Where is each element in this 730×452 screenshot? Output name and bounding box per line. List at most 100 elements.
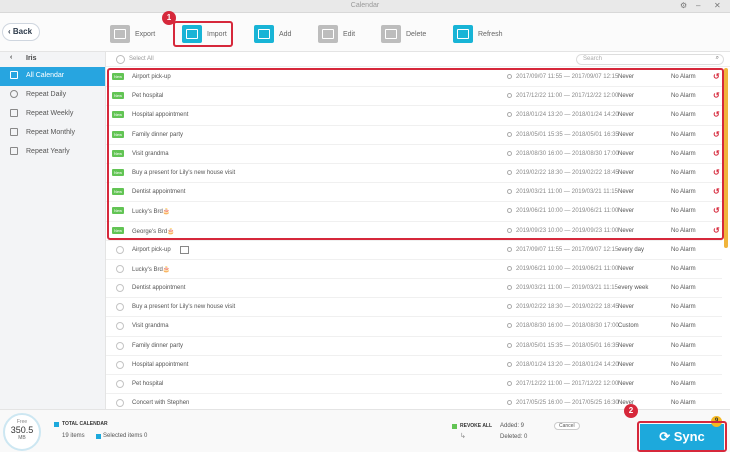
edit-button[interactable]: Edit <box>318 22 355 46</box>
event-dates: 2018/01/24 13:20 — 2018/01/24 14:20 <box>516 361 619 368</box>
event-title: Family dinner party <box>132 342 184 349</box>
table-row[interactable]: Visit grandma 2018/08/30 16:00 — 2018/08/… <box>106 317 722 337</box>
event-title: Dentist appointment <box>132 285 186 292</box>
event-dates: 2019/06/21 10:00 — 2019/06/21 11:00 <box>516 265 619 272</box>
event-alarm: No Alarm <box>671 400 696 407</box>
list-header: Select All Search ⌕ <box>106 52 730 67</box>
deleted-count: Deleted: 0 <box>500 434 528 440</box>
event-repeat: every day <box>618 246 645 253</box>
settings-icon[interactable]: ⚙ <box>680 1 687 10</box>
event-repeat: Custom <box>618 323 639 330</box>
total-dot <box>54 422 59 427</box>
clock-icon <box>507 400 512 406</box>
event-dates: 2018/05/01 15:35 — 2018/05/01 16:35 <box>516 342 619 349</box>
title-bar: Calendar ⚙ – ✕ <box>0 0 730 13</box>
toolbar: ‹ Back Export Import Add Edit Delete Ref… <box>0 13 730 52</box>
calendar-icon <box>180 245 189 254</box>
event-alarm: No Alarm <box>671 304 696 311</box>
clock-icon <box>507 304 512 310</box>
add-button[interactable]: Add <box>254 22 291 46</box>
back-button[interactable]: ‹ Back <box>2 23 40 41</box>
sidebar-item-repeat-weekly[interactable]: Repeat Weekly <box>0 105 105 124</box>
row-checkbox[interactable] <box>116 284 124 293</box>
search-input[interactable]: Search ⌕ <box>576 54 724 65</box>
scrollbar[interactable] <box>724 68 728 248</box>
clock-icon <box>10 90 18 98</box>
clock-icon <box>507 285 512 291</box>
delete-icon <box>381 25 401 43</box>
event-title: Visit grandma <box>132 323 169 330</box>
event-title: Lucky's Brd🎂 <box>132 266 171 273</box>
clock-icon <box>507 381 512 386</box>
select-all-label: Select All <box>129 56 154 62</box>
table-row[interactable]: Lucky's Brd🎂 2019/06/21 10:00 — 2019/06/2… <box>106 260 722 280</box>
event-repeat: Never <box>618 342 635 349</box>
close-icon[interactable]: ✕ <box>714 1 721 10</box>
event-alarm: No Alarm <box>671 361 696 368</box>
table-row[interactable]: Dentist appointment 2019/03/21 11:00 — 20… <box>106 279 722 299</box>
step-badge-1: 1 <box>162 11 176 25</box>
event-dates: 2017/09/07 11:55 — 2017/09/07 12:15 <box>516 246 619 253</box>
revoke-all-button[interactable]: REVOKE ALL <box>460 423 492 429</box>
row-checkbox[interactable] <box>116 264 124 273</box>
event-title: Pet hospital <box>132 381 164 387</box>
minimize-icon[interactable]: – <box>696 1 700 10</box>
row-checkbox[interactable] <box>116 380 124 388</box>
footer: Free 350.5 MB TOTAL CALENDAR 19 items Se… <box>0 409 730 452</box>
added-count: Added: 9 <box>500 423 525 429</box>
selected-count: Selected items 0 <box>103 433 148 439</box>
row-checkbox[interactable] <box>116 303 124 312</box>
table-row[interactable]: Airport pick-up 2017/09/07 11:55 — 2017/0… <box>106 241 722 260</box>
refresh-button[interactable]: Refresh <box>453 22 503 46</box>
event-repeat: Never <box>618 361 635 368</box>
export-icon <box>110 25 130 43</box>
event-repeat: Never <box>618 304 635 311</box>
sidebar-item-repeat-monthly[interactable]: Repeat Monthly <box>0 124 105 143</box>
event-title: Airport pick-up <box>132 246 171 253</box>
event-dates: 2019/02/22 18:30 — 2019/02/22 18:45 <box>516 304 619 311</box>
sidebar-item-repeat-daily[interactable]: Repeat Daily <box>0 86 105 105</box>
calendar-year-icon <box>10 147 18 155</box>
sync-highlight <box>637 421 727 452</box>
row-checkbox[interactable] <box>116 245 124 254</box>
event-dates: 2019/03/21 11:00 — 2019/03/21 11:15 <box>516 285 618 292</box>
event-dates: 2017/12/22 11:00 — 2017/12/22 12:00 <box>516 381 619 387</box>
delete-button[interactable]: Delete <box>381 22 426 46</box>
revoke-arrow-icon: ↳ <box>460 433 466 440</box>
calendar-week-icon <box>10 109 18 117</box>
row-checkbox[interactable] <box>116 399 124 408</box>
cancel-button[interactable]: Cancel <box>554 422 580 430</box>
selected-dot <box>96 434 101 439</box>
event-title: Buy a present for Lily's new house visit <box>132 304 236 311</box>
export-button[interactable]: Export <box>110 22 155 46</box>
event-dates: 2017/05/25 16:00 — 2017/05/25 16:30 <box>516 400 619 407</box>
event-alarm: No Alarm <box>671 285 696 292</box>
select-all-checkbox[interactable] <box>116 55 125 64</box>
add-icon <box>254 25 274 43</box>
row-checkbox[interactable] <box>116 322 124 331</box>
event-alarm: No Alarm <box>671 381 696 387</box>
clock-icon <box>507 323 512 329</box>
window-title: Calendar <box>350 2 380 9</box>
clock-icon <box>507 265 512 271</box>
new-items-highlight <box>107 68 724 240</box>
event-alarm: No Alarm <box>671 323 696 330</box>
row-checkbox[interactable] <box>116 360 124 369</box>
revoke-dot <box>452 424 457 429</box>
sidebar-item-repeat-yearly[interactable]: Repeat Yearly <box>0 143 105 162</box>
sidebar-item-all-calendar[interactable]: All Calendar <box>0 67 105 86</box>
chevron-left-icon: ‹ <box>10 54 13 61</box>
table-row[interactable]: Buy a present for Lily's new house visit… <box>106 298 722 318</box>
table-row[interactable]: Hospital appointment 2018/01/24 13:20 — 2… <box>106 356 722 375</box>
calendar-icon <box>10 71 18 79</box>
table-row[interactable]: Family dinner party 2018/05/01 15:35 — 20… <box>106 337 722 356</box>
row-checkbox[interactable] <box>116 341 124 350</box>
table-row[interactable]: Pet hospital 2017/12/22 11:00 — 2017/12/2… <box>106 375 722 395</box>
event-alarm: No Alarm <box>671 246 696 253</box>
event-title: Hospital appointment <box>132 361 189 368</box>
event-dates: 2018/08/30 16:00 — 2018/08/30 17:00 <box>516 323 619 330</box>
sidebar-account[interactable]: ‹ Iris <box>0 52 105 67</box>
step-badge-2: 2 <box>624 404 638 418</box>
event-alarm: No Alarm <box>671 342 696 349</box>
calendar-month-icon <box>10 128 18 136</box>
